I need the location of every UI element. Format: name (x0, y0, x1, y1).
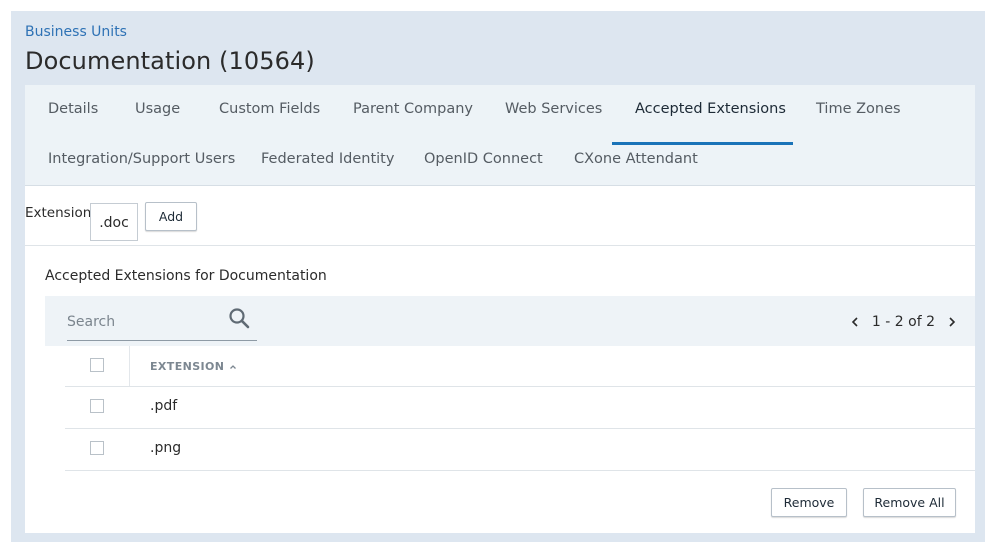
tab-cxone-attendant[interactable]: CXone Attendant (574, 151, 698, 167)
column-header-extension[interactable]: EXTENSION (150, 360, 237, 373)
extension-label: Extension (25, 205, 92, 221)
tab-federated-identity[interactable]: Federated Identity (261, 151, 394, 167)
chevron-right-icon[interactable] (945, 315, 959, 329)
search-placeholder: Search (67, 314, 116, 330)
grid-toolbar: Search 1 - 2 of 2 (45, 296, 975, 346)
page-title: Documentation (10564) (25, 47, 315, 75)
tab-openid-connect[interactable]: OpenID Connect (424, 151, 543, 167)
tab-accepted-extensions[interactable]: Accepted Extensions (635, 101, 786, 117)
column-separator (129, 346, 130, 386)
page-frame: Business Units Documentation (10564) Det… (11, 11, 985, 542)
extension-cell: .pdf (150, 398, 178, 414)
tab-details[interactable]: Details (48, 101, 98, 117)
divider (25, 245, 975, 246)
row-checkbox[interactable] (90, 399, 104, 413)
active-tab-indicator (612, 142, 793, 145)
tab-custom-fields[interactable]: Custom Fields (219, 101, 320, 117)
add-button[interactable]: Add (145, 202, 197, 231)
tab-integration-support-users[interactable]: Integration/Support Users (48, 151, 235, 167)
table-row[interactable]: .png (65, 429, 975, 471)
row-checkbox[interactable] (90, 441, 104, 455)
search-icon[interactable] (227, 306, 251, 330)
pagination-text: 1 - 2 of 2 (871, 314, 935, 330)
content-card: Details Usage Custom Fields Parent Compa… (25, 85, 975, 533)
tab-parent-company[interactable]: Parent Company (353, 101, 473, 117)
breadcrumb[interactable]: Business Units (25, 24, 127, 40)
select-all-checkbox[interactable] (90, 358, 104, 372)
tab-bar: Details Usage Custom Fields Parent Compa… (25, 85, 975, 186)
remove-button[interactable]: Remove (771, 488, 847, 517)
table-header-row: EXTENSION (65, 346, 975, 387)
table-row[interactable]: .pdf (65, 387, 975, 429)
search-input[interactable]: Search (67, 304, 257, 341)
extension-input[interactable]: .doc (90, 203, 138, 241)
extensions-table: EXTENSION .pdf .png (65, 346, 975, 471)
tab-web-services[interactable]: Web Services (505, 101, 602, 117)
pagination: 1 - 2 of 2 (848, 314, 959, 330)
section-title: Accepted Extensions for Documentation (45, 268, 327, 284)
tab-time-zones[interactable]: Time Zones (816, 101, 901, 117)
tab-usage[interactable]: Usage (135, 101, 180, 117)
chevron-left-icon[interactable] (848, 315, 862, 329)
extension-cell: .png (150, 440, 182, 456)
column-header-label: EXTENSION (150, 360, 225, 373)
sort-ascending-icon (230, 364, 237, 369)
remove-all-button[interactable]: Remove All (863, 488, 956, 517)
